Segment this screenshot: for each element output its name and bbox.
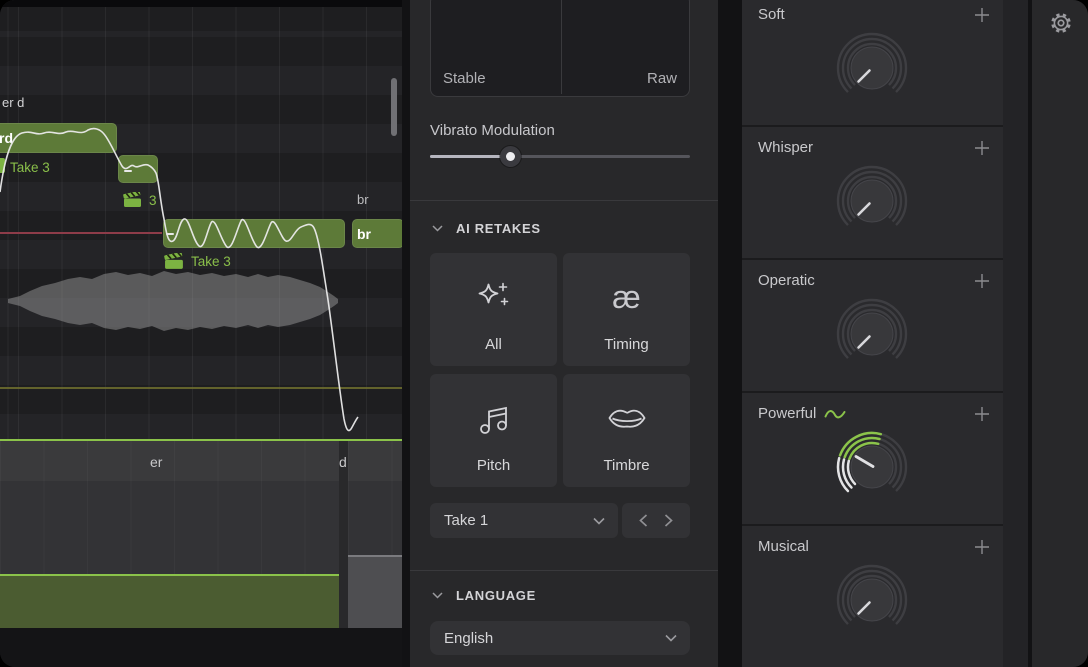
preset-knob[interactable]: [827, 555, 917, 645]
pad-divider: [561, 0, 562, 94]
panel-bottom-edge: [0, 628, 402, 667]
add-preset-icon[interactable]: [973, 6, 991, 24]
add-preset-icon[interactable]: [973, 272, 991, 290]
music-note-icon: [430, 396, 557, 440]
note-block[interactable]: br: [352, 219, 402, 248]
retake-button-label: Timing: [563, 336, 690, 353]
slider-fill: [430, 155, 511, 158]
preset-knob[interactable]: [827, 156, 917, 246]
preset-card-musical[interactable]: Musical: [742, 526, 1003, 667]
preset-knob-active[interactable]: [827, 422, 917, 512]
piano-roll-canvas[interactable]: rd br er d br Take 3: [0, 0, 402, 441]
preset-name: Powerful: [758, 405, 816, 422]
retake-button-label: All: [430, 336, 557, 353]
note-lyric: rd: [0, 130, 13, 146]
voice-presets-panel: Soft Whisper: [742, 0, 1028, 667]
clapperboard-icon: [123, 192, 143, 208]
note-block[interactable]: [118, 155, 158, 183]
chevron-down-icon: [432, 225, 443, 232]
preset-name: Soft: [758, 6, 785, 23]
pitch-guide-line-red: [0, 232, 162, 234]
reference-pitch-line: [0, 387, 402, 389]
piano-roll-panel: rd br er d br Take 3: [0, 0, 402, 667]
take-nav-box: [622, 503, 690, 538]
preset-knob[interactable]: [827, 289, 917, 379]
section-divider: [410, 570, 718, 571]
retake-timing-button[interactable]: æ Timing: [563, 253, 690, 366]
vertical-scrollbar[interactable]: [391, 78, 397, 136]
retake-all-button[interactable]: All: [430, 253, 557, 366]
retake-button-label: Timbre: [563, 457, 690, 474]
add-preset-icon[interactable]: [973, 405, 991, 423]
preset-knob[interactable]: [827, 23, 917, 113]
take-badge-label: Take 3: [10, 160, 50, 175]
add-preset-icon[interactable]: [973, 139, 991, 157]
controls-panel: Stable Raw Vibrato Modulation AI RETAKES: [410, 0, 718, 667]
preset-card-whisper[interactable]: Whisper: [742, 127, 1003, 258]
pad-label-stable: Stable: [443, 70, 486, 87]
section-divider: [410, 200, 718, 201]
pad-label-raw: Raw: [647, 70, 677, 87]
add-preset-icon[interactable]: [973, 538, 991, 556]
vibrato-modulation-label: Vibrato Modulation: [430, 122, 555, 139]
chevron-down-icon: [432, 592, 443, 599]
panel-top-edge: [0, 0, 402, 7]
language-select-value: English: [444, 630, 493, 647]
chevron-down-icon: [665, 634, 677, 642]
parameter-block[interactable]: [348, 555, 402, 628]
clapperboard-icon: [0, 158, 5, 173]
note-handle[interactable]: [166, 233, 174, 235]
stable-raw-pad[interactable]: Stable Raw: [430, 0, 690, 97]
pitch-curve: [0, 129, 358, 431]
preset-card-powerful[interactable]: Powerful: [742, 393, 1003, 524]
ae-ligature-icon: æ: [563, 275, 690, 319]
language-select[interactable]: English: [430, 621, 690, 655]
gear-icon: [1048, 10, 1074, 36]
previous-take-button[interactable]: [639, 514, 648, 527]
settings-rail: [1032, 0, 1088, 667]
chevron-down-icon: [593, 517, 605, 525]
take-select[interactable]: Take 1: [430, 503, 618, 538]
waveform-shape: [8, 271, 338, 331]
retake-timbre-button[interactable]: Timbre: [563, 374, 690, 487]
phoneme-cell[interactable]: d: [339, 454, 347, 470]
vibrato-modulation-slider[interactable]: [430, 155, 690, 158]
slider-thumb[interactable]: [500, 146, 521, 167]
sparkle-plus-icon: [430, 275, 557, 319]
take-badge-label: 3: [149, 193, 157, 208]
note-lyric: br: [357, 226, 371, 242]
ai-retakes-header[interactable]: AI RETAKES: [432, 221, 541, 236]
take-badge[interactable]: Take 3: [164, 253, 231, 270]
section-title: AI RETAKES: [456, 221, 541, 236]
note-block[interactable]: rd: [0, 123, 117, 153]
parameter-value-region[interactable]: [0, 574, 339, 628]
preset-card-soft[interactable]: Soft: [742, 0, 1003, 125]
retake-button-label: Pitch: [430, 457, 557, 474]
phoneme-cell[interactable]: er: [150, 454, 162, 470]
vocal-editor-window: rd br er d br Take 3: [0, 0, 1088, 667]
take-select-value: Take 1: [444, 512, 488, 529]
take-badge[interactable]: 3: [123, 192, 157, 208]
lyric-text: er d: [2, 95, 24, 110]
take-badge-label: Take 3: [191, 254, 231, 269]
note-handle[interactable]: [124, 170, 132, 172]
lips-icon: [563, 396, 690, 440]
retake-pitch-button[interactable]: Pitch: [430, 374, 557, 487]
section-title: LANGUAGE: [456, 588, 536, 603]
settings-button[interactable]: [1048, 10, 1074, 36]
next-take-button[interactable]: [664, 514, 673, 527]
active-wave-icon: [824, 408, 846, 420]
preset-card-operatic[interactable]: Operatic: [742, 260, 1003, 391]
preset-name: Operatic: [758, 272, 815, 289]
preset-name: Musical: [758, 538, 809, 555]
clapperboard-icon: [164, 253, 185, 270]
ghost-lyric-text: br: [357, 192, 369, 207]
language-header[interactable]: LANGUAGE: [432, 588, 536, 603]
note-block[interactable]: [163, 219, 345, 248]
preset-name: Whisper: [758, 139, 813, 156]
take-badge[interactable]: Take 3: [10, 160, 50, 175]
